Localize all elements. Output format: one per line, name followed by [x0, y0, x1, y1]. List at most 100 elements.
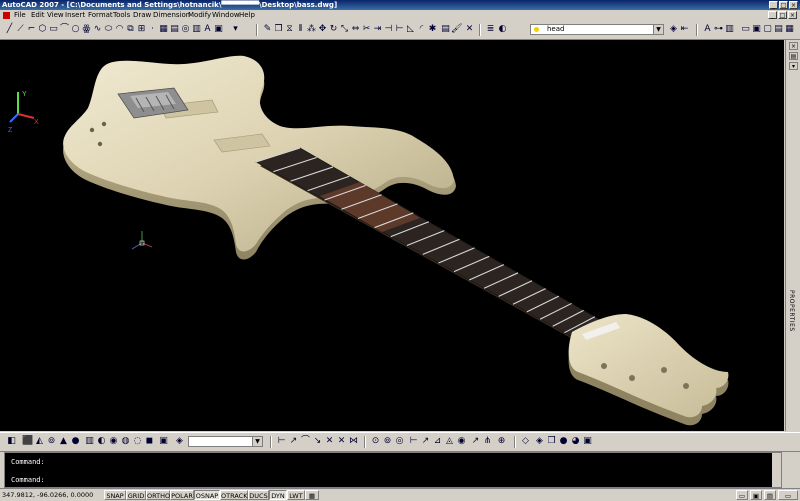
view-extents-icon[interactable]: ▢ — [762, 24, 773, 35]
properties-tool-icon[interactable]: ▤ — [440, 24, 451, 35]
menu-window[interactable]: Window — [212, 10, 240, 21]
construction-line-icon[interactable]: ⟋ — [15, 24, 26, 35]
dim-arc-icon[interactable]: ⌒ — [300, 436, 311, 447]
layer-previous-icon[interactable]: ⇤ — [679, 24, 690, 35]
model-paper-icon[interactable]: ▦ — [305, 490, 319, 500]
ellipse-arc-icon[interactable]: ◠ — [114, 24, 125, 35]
lwt-toggle[interactable]: LWT — [287, 490, 305, 500]
break-tool-icon[interactable]: ⊣ — [383, 24, 394, 35]
dim-quick-icon[interactable]: ⊚ — [382, 436, 393, 447]
command-scrollbar[interactable] — [772, 453, 781, 487]
material-icon[interactable]: ▣ — [158, 436, 169, 447]
layer-state-icon[interactable]: ◐ — [497, 24, 508, 35]
chevron-down-icon[interactable]: ▼ — [653, 25, 663, 34]
hidden-style-icon[interactable]: ❒ — [546, 436, 557, 447]
menu-modify[interactable]: Modify — [188, 10, 211, 21]
doc-close-button[interactable]: × — [788, 11, 797, 19]
make-block-icon[interactable]: ⊞ — [136, 24, 147, 35]
realistic-style-icon[interactable]: ● — [558, 436, 569, 447]
copy-tool-icon[interactable]: ❐ — [273, 24, 284, 35]
gradient-tool-icon[interactable]: ▤ — [169, 24, 180, 35]
command-window[interactable]: Command: Command: — [4, 452, 782, 488]
stretch-tool-icon[interactable]: ⇔ — [350, 24, 361, 35]
dim-radius-icon[interactable]: ✕ — [324, 436, 335, 447]
line-tool-icon[interactable]: ╱ — [4, 24, 15, 35]
solid-sphere-icon[interactable]: ● — [70, 436, 81, 447]
properties-palette[interactable]: × ▤ ▾ PROPERTIES — [785, 40, 800, 431]
layer-dropdown[interactable]: head ▼ — [530, 24, 664, 35]
maximize-button[interactable]: □ — [779, 1, 788, 9]
dim-tolerance-icon[interactable]: ↗ — [420, 436, 431, 447]
polyline-tool-icon[interactable]: ⌐ — [26, 24, 37, 35]
table-tool-icon[interactable]: ▥ — [191, 24, 202, 35]
style-table-icon[interactable]: ▥ — [724, 24, 735, 35]
extend-tool-icon[interactable]: ⇥ — [372, 24, 383, 35]
arc-tool-icon[interactable]: ⌒ — [59, 24, 70, 35]
palette-options-icon[interactable]: ▾ — [789, 62, 798, 70]
style-text-icon[interactable]: A — [702, 24, 713, 35]
view-pan-icon[interactable]: ▣ — [751, 24, 762, 35]
menu-insert[interactable]: Insert — [65, 10, 85, 21]
menu-tools[interactable]: Tools — [113, 10, 130, 21]
menu-edit[interactable]: Edit — [31, 10, 45, 21]
move-tool-icon[interactable]: ✥ — [317, 24, 328, 35]
dim-override-icon[interactable]: ⋔ — [482, 436, 493, 447]
view-preset-icon[interactable]: ◈ — [174, 436, 185, 447]
erase-tool-icon[interactable]: ✎ — [262, 24, 273, 35]
view-realtime-icon[interactable]: ▦ — [784, 24, 795, 35]
view-zoom-icon[interactable]: ▭ — [740, 24, 751, 35]
close-button[interactable]: × — [789, 1, 798, 9]
annotation-scale-icon[interactable]: ▤ — [764, 490, 776, 500]
dim-update-icon[interactable]: ◉ — [456, 436, 467, 447]
polar-toggle[interactable]: POLAR — [170, 490, 194, 500]
clean-screen-icon[interactable]: ▭ — [778, 490, 798, 500]
otrack-toggle[interactable]: OTRACK — [220, 490, 248, 500]
solid-box-icon[interactable]: ⬛ — [22, 436, 33, 447]
dim-diameter-icon[interactable]: ⋈ — [348, 436, 359, 447]
palette-close-icon[interactable]: × — [789, 42, 798, 50]
menu-draw[interactable]: Draw — [133, 10, 151, 21]
dropdown-arrow-icon[interactable]: ▾ — [230, 24, 241, 35]
ducs-toggle[interactable]: DUCS — [248, 490, 269, 500]
viewpoint-icon[interactable]: ◧ — [6, 436, 17, 447]
dyn-toggle[interactable]: DYN — [269, 490, 287, 500]
point-tool-icon[interactable]: · — [147, 24, 158, 35]
revcloud-tool-icon[interactable]: ꙮ — [81, 24, 92, 35]
dim-continue-icon[interactable]: ⊢ — [408, 436, 419, 447]
solid-cylinder-icon[interactable]: ⊚ — [46, 436, 57, 447]
make-layer-current-icon[interactable]: ◈ — [668, 24, 679, 35]
mtext-tool-icon[interactable]: A — [202, 24, 213, 35]
dim-ordinate-icon[interactable]: ↘ — [312, 436, 323, 447]
visual-styles-manager-icon[interactable]: ▣ — [582, 436, 593, 447]
subtract-icon[interactable]: ◍ — [120, 436, 131, 447]
chevron-down-icon[interactable]: ▼ — [252, 437, 262, 446]
snap-toggle[interactable]: SNAP — [104, 490, 126, 500]
ortho-toggle[interactable]: ORTHO — [146, 490, 170, 500]
union-icon[interactable]: ◉ — [108, 436, 119, 447]
revolve-icon[interactable]: ◐ — [96, 436, 107, 447]
autocad-app-icon[interactable] — [3, 12, 10, 19]
spline-tool-icon[interactable]: ∿ — [92, 24, 103, 35]
conceptual-style-icon[interactable]: ◕ — [570, 436, 581, 447]
lock-icon[interactable]: ▣ — [750, 490, 762, 500]
doc-restore-button[interactable]: □ — [778, 11, 787, 19]
mirror-tool-icon[interactable]: ⧖ — [284, 24, 295, 35]
dim-edit-icon[interactable]: ◬ — [444, 436, 455, 447]
drawing-viewport[interactable]: Y X Z — [0, 40, 784, 431]
osnap-toggle[interactable]: OSNAP — [194, 490, 220, 500]
visual-style-icon[interactable]: ◼ — [144, 436, 155, 447]
dim-linear-icon[interactable]: ⊢ — [276, 436, 287, 447]
doc-minimize-button[interactable]: _ — [768, 11, 777, 19]
solid-wedge-icon[interactable]: ◭ — [34, 436, 45, 447]
render-icon[interactable]: ⊕ — [496, 436, 507, 447]
join-tool-icon[interactable]: ⊢ — [394, 24, 405, 35]
intersect-icon[interactable]: ◌ — [132, 436, 143, 447]
dim-center-icon[interactable]: ⊿ — [432, 436, 443, 447]
rectangle-tool-icon[interactable]: ▭ — [48, 24, 59, 35]
dim-jogged-icon[interactable]: ✕ — [336, 436, 347, 447]
view-preset-dropdown[interactable]: ▼ — [188, 436, 263, 447]
menu-file[interactable]: File — [14, 10, 26, 21]
menu-view[interactable]: View — [47, 10, 64, 21]
palette-autohide-icon[interactable]: ▤ — [789, 52, 798, 60]
dim-aligned-icon[interactable]: ↗ — [288, 436, 299, 447]
